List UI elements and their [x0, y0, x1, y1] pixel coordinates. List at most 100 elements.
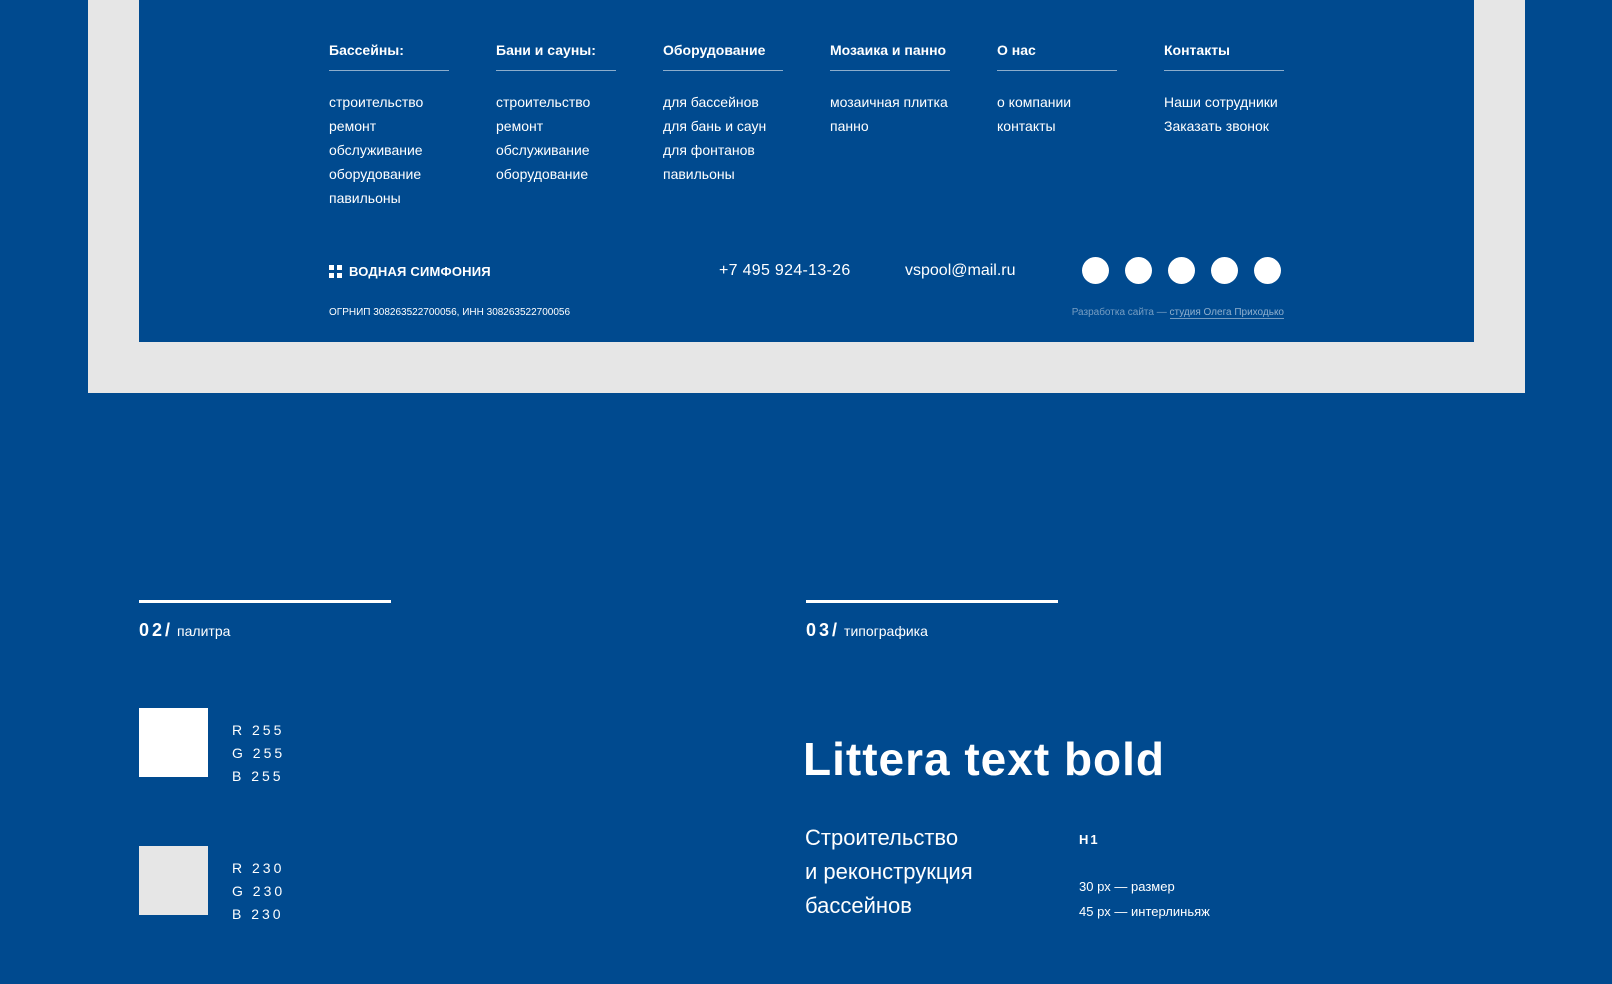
rgb-values: R 255 G 255 B 255: [232, 719, 285, 788]
footer-link[interactable]: ремонт: [329, 114, 449, 138]
type-sample: Строительство и реконструкция бассейнов: [805, 821, 1045, 923]
footer-link-text[interactable]: павильоны: [663, 166, 735, 182]
color-swatch: [139, 846, 208, 915]
footer-col-list: мозаичная плитка панно: [830, 90, 950, 138]
footer-col-equipment: Оборудование для бассейнов для бань и са…: [663, 42, 783, 186]
footer-link[interactable]: Заказать звонок: [1164, 114, 1284, 138]
footer-col-title: О нас: [997, 42, 1117, 71]
rgb-r: R 255: [232, 722, 285, 738]
footer-col-pools: Бассейны: строительство ремонт обслужива…: [329, 42, 449, 210]
social-circle-icon[interactable]: [1125, 257, 1152, 284]
footer-link-text[interactable]: строительство: [496, 94, 590, 110]
footer-link[interactable]: контакты: [997, 114, 1117, 138]
footer-phone[interactable]: +7 495 924-13-26: [719, 262, 851, 280]
footer-link-text[interactable]: обслуживание: [329, 142, 423, 158]
footer-link-text[interactable]: панно: [830, 118, 869, 134]
social-circle-icon[interactable]: [1082, 257, 1109, 284]
footer-link[interactable]: павильоны: [663, 162, 783, 186]
section-label: палитра: [177, 623, 231, 639]
type-sample-line: и реконструкция: [805, 859, 973, 884]
rgb-b: B 230: [232, 906, 284, 922]
section-slash: /: [832, 620, 838, 640]
rgb-values: R 230 G 230 B 230: [232, 857, 285, 926]
section-number: 03: [806, 620, 833, 640]
type-leading: 45 px — интерлиньяж: [1079, 904, 1210, 919]
footer-col-title: Бани и сауны:: [496, 42, 616, 71]
footer-link[interactable]: Наши сотрудники: [1164, 90, 1284, 114]
palette-section-rule: [139, 600, 391, 603]
footer-link-text[interactable]: Заказать звонок: [1164, 118, 1269, 134]
logo-grid-icon: [329, 265, 342, 278]
footer-link-text[interactable]: Наши сотрудники: [1164, 94, 1278, 110]
social-links: [1082, 257, 1281, 284]
footer-email[interactable]: vspool@mail.ru: [905, 262, 1016, 280]
palette-swatch-grey: R 230 G 230 B 230: [139, 846, 285, 926]
footer-col-contacts: Контакты Наши сотрудники Заказать звонок: [1164, 42, 1284, 138]
legal-info: ОГРНИП 308263522700056, ИНН 308263522700…: [329, 307, 571, 318]
footer-col-list: для бассейнов для бань и саун для фонтан…: [663, 90, 783, 186]
footer-col-title: Контакты: [1164, 42, 1284, 71]
footer-col-about: О нас о компании контакты: [997, 42, 1117, 138]
typography-section-heading: 03 / типографика: [806, 620, 928, 641]
footer-link[interactable]: обслуживание: [329, 138, 449, 162]
footer-link[interactable]: мозаичная плитка: [830, 90, 950, 114]
footer-link[interactable]: ремонт: [496, 114, 616, 138]
social-circle-icon[interactable]: [1211, 257, 1238, 284]
social-circle-icon[interactable]: [1254, 257, 1281, 284]
type-sample-line: Строительство: [805, 825, 959, 850]
rgb-r: R 230: [232, 860, 285, 876]
section-slash: /: [165, 620, 171, 640]
footer-link-text[interactable]: оборудование: [496, 166, 588, 182]
footer-logo[interactable]: ВОДНАЯ СИМФОНИЯ: [329, 264, 491, 279]
footer-col-list: строительство ремонт обслуживание оборуд…: [496, 90, 616, 186]
developer-credit: Разработка сайта — студия Олега Приходьк…: [1071, 307, 1284, 319]
footer-col-mosaic: Мозаика и панно мозаичная плитка панно: [830, 42, 950, 138]
typography-section-rule: [806, 600, 1058, 603]
footer-link-text[interactable]: для фонтанов: [663, 142, 755, 158]
footer-link[interactable]: обслуживание: [496, 138, 616, 162]
footer-link-text[interactable]: оборудование: [329, 166, 421, 182]
footer-link-text[interactable]: мозаичная плитка: [830, 94, 948, 110]
footer-link[interactable]: для бань и саун: [663, 114, 783, 138]
footer-link-text[interactable]: о компании: [997, 94, 1071, 110]
footer-col-list: Наши сотрудники Заказать звонок: [1164, 90, 1284, 138]
rgb-g: G 255: [232, 745, 286, 761]
type-size: 30 px — размер: [1079, 879, 1175, 894]
rgb-g: G 230: [232, 883, 286, 899]
footer-link[interactable]: для фонтанов: [663, 138, 783, 162]
footer-link-text[interactable]: контакты: [997, 118, 1056, 134]
footer-col-list: строительство ремонт обслуживание оборуд…: [329, 90, 449, 210]
footer-link-text[interactable]: ремонт: [329, 118, 376, 134]
footer-col-title: Мозаика и панно: [830, 42, 950, 71]
rgb-b: B 255: [232, 768, 284, 784]
developer-link[interactable]: студия Олега Приходько: [1169, 307, 1284, 319]
font-name: Littera text bold: [803, 733, 1166, 785]
developer-credit-prefix: Разработка сайта —: [1071, 307, 1167, 318]
footer-link[interactable]: панно: [830, 114, 950, 138]
heading-level-tag: H1: [1079, 832, 1100, 847]
section-label: типографика: [844, 623, 928, 639]
social-circle-icon[interactable]: [1168, 257, 1195, 284]
footer-link[interactable]: для бассейнов: [663, 90, 783, 114]
footer-link-text[interactable]: для бассейнов: [663, 94, 759, 110]
footer-col-saunas: Бани и сауны: строительство ремонт обслу…: [496, 42, 616, 186]
footer-link-text[interactable]: павильоны: [329, 190, 401, 206]
palette-swatch-white: R 255 G 255 B 255: [139, 708, 285, 788]
type-sample-line: бассейнов: [805, 893, 912, 918]
palette-section-heading: 02 / палитра: [139, 620, 230, 641]
footer-col-title: Оборудование: [663, 42, 783, 71]
footer-link[interactable]: о компании: [997, 90, 1117, 114]
type-metrics: 30 px — размер 45 px — интерлиньяж: [1079, 874, 1210, 924]
footer-link[interactable]: строительство: [329, 90, 449, 114]
footer-link[interactable]: павильоны: [329, 186, 449, 210]
color-swatch: [139, 708, 208, 777]
footer-link[interactable]: оборудование: [496, 162, 616, 186]
footer-nav: Бассейны: строительство ремонт обслужива…: [329, 42, 1289, 212]
footer-link-text[interactable]: для бань и саун: [663, 118, 766, 134]
footer-link-text[interactable]: обслуживание: [496, 142, 590, 158]
footer-link-text[interactable]: строительство: [329, 94, 423, 110]
footer-link-text[interactable]: ремонт: [496, 118, 543, 134]
footer-link[interactable]: оборудование: [329, 162, 449, 186]
footer-col-title: Бассейны:: [329, 42, 449, 71]
footer-link[interactable]: строительство: [496, 90, 616, 114]
